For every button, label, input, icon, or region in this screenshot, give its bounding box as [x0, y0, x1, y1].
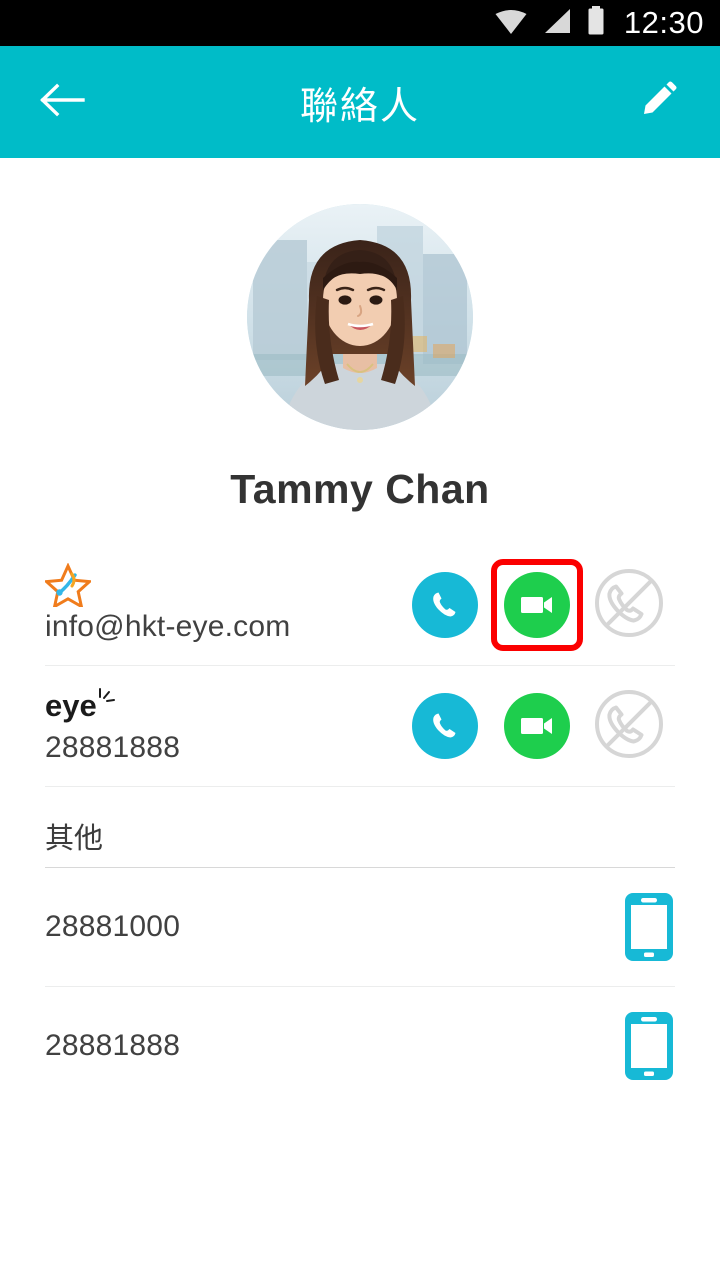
app-bar: 聯絡人	[0, 46, 720, 158]
phone-icon	[433, 592, 456, 617]
account-info: eye 28881888	[45, 687, 180, 765]
avatar-container	[0, 158, 720, 430]
contact-detail-screen: 12:30 聯絡人 Tammy Chan info@hkt-eye.com ey…	[0, 0, 720, 1280]
smartphone-call-button[interactable]	[605, 1010, 675, 1082]
video-call-button[interactable]	[504, 693, 570, 759]
call-unavailable-icon	[592, 687, 666, 766]
audio-call-slot	[399, 680, 491, 772]
account-actions	[399, 680, 675, 772]
account-value: info@hkt-eye.com	[45, 610, 291, 643]
video-call-slot	[491, 680, 583, 772]
account-list: info@hkt-eye.com eye 28881888	[0, 545, 720, 787]
edit-button[interactable]	[630, 74, 686, 130]
account-row[interactable]: info@hkt-eye.com	[0, 545, 720, 665]
page-title: 聯絡人	[299, 85, 420, 128]
video-call-slot	[491, 559, 583, 651]
phone-number: 28881000	[45, 910, 181, 943]
account-row[interactable]: eye 28881888	[0, 666, 720, 786]
phone-icon	[433, 713, 456, 738]
account-actions	[399, 559, 675, 651]
smartphone-icon	[625, 893, 673, 961]
selection-highlight-box	[491, 559, 583, 651]
audio-call-button[interactable]	[412, 572, 478, 638]
back-arrow-icon	[39, 81, 85, 124]
call-unavailable-slot	[583, 680, 675, 772]
eye-wordmark: eye	[45, 688, 97, 723]
account-value: 28881888	[45, 731, 181, 764]
wifi-icon	[494, 7, 528, 40]
status-bar-icons	[494, 5, 606, 41]
section-title: 其他	[45, 823, 104, 855]
audio-call-slot	[399, 559, 491, 651]
eye-logo-icon: eye	[45, 687, 180, 725]
star-logo-icon	[45, 563, 290, 607]
call-unavailable-icon	[592, 566, 666, 645]
video-call-button[interactable]	[504, 572, 570, 638]
pencil-edit-icon	[636, 78, 680, 127]
battery-icon	[586, 5, 606, 41]
account-info: info@hkt-eye.com	[45, 563, 291, 644]
contact-name: Tammy Chan	[230, 466, 490, 512]
contact-photo	[247, 204, 473, 430]
other-number-row[interactable]: 28881000	[0, 868, 720, 986]
other-section: 其他 28881000 28881888	[0, 787, 720, 1105]
video-camera-icon	[521, 718, 552, 734]
phone-number: 28881888	[45, 1029, 181, 1062]
call-unavailable-slot	[583, 559, 675, 651]
cellular-signal-icon	[542, 7, 572, 40]
audio-call-button[interactable]	[412, 693, 478, 759]
status-bar: 12:30	[0, 0, 720, 46]
other-number-row[interactable]: 28881888	[0, 987, 720, 1105]
video-camera-icon	[521, 597, 552, 613]
avatar[interactable]	[247, 204, 473, 430]
status-bar-clock: 12:30	[623, 5, 704, 40]
smartphone-call-button[interactable]	[605, 891, 675, 963]
back-button[interactable]	[34, 74, 90, 130]
smartphone-icon	[625, 1012, 673, 1080]
